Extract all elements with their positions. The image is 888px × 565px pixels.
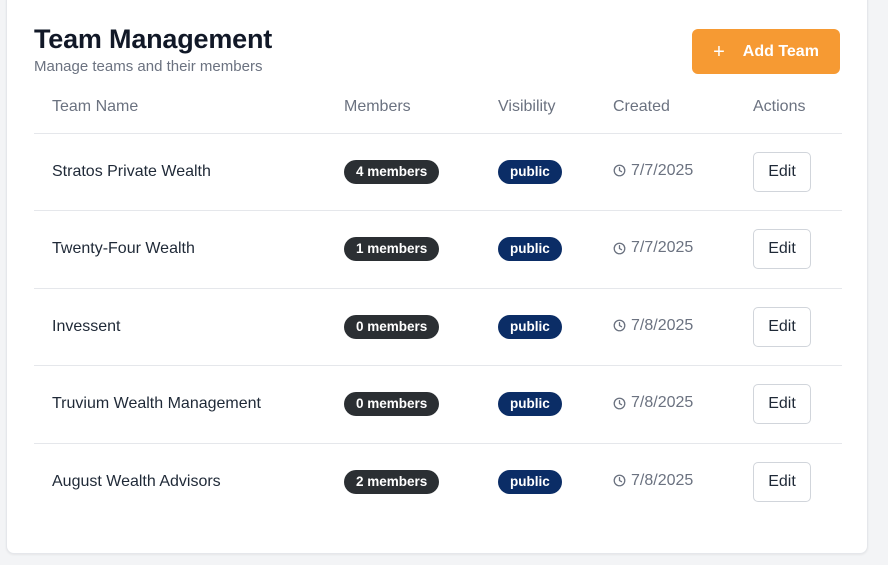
members-badge: 0 members [344,392,440,417]
team-name: Invessent [34,288,344,366]
clock-icon [613,164,626,177]
created-date: 7/8/2025 [613,472,693,490]
members-badge: 2 members [344,470,440,494]
created-date-text: 7/7/2025 [631,161,694,179]
column-header-created: Created [613,81,753,134]
clock-icon [613,242,626,254]
edit-button[interactable]: Edit [753,151,811,192]
visibility-badge: public [498,237,562,262]
add-team-button[interactable]: + Add Team [692,29,840,74]
created-date-text: 7/8/2025 [631,471,694,489]
column-header-actions: Actions [753,81,842,134]
add-team-label: Add Team [742,42,819,60]
members-badge: 0 members [344,314,440,339]
edit-button[interactable]: Edit [753,462,811,502]
clock-icon [613,474,626,487]
table-row: Truvium Wealth Management 0 members publ… [34,365,842,444]
members-badge: 1 members [344,237,440,262]
visibility-badge: public [498,159,562,184]
column-header-members: Members [344,81,498,134]
table-row: August Wealth Advisors 2 members public … [34,443,842,521]
table-row: Twenty-Four Wealth 1 members public 7/7/… [34,210,842,289]
edit-button[interactable]: Edit [753,306,811,347]
created-date: 7/8/2025 [613,317,693,335]
table-row: Stratos Private Wealth 4 members public … [34,133,842,211]
column-header-team-name: Team Name [34,81,344,134]
team-name: Twenty-Four Wealth [34,210,344,289]
created-date-text: 7/8/2025 [631,316,694,334]
created-date: 7/8/2025 [613,394,693,412]
clock-icon [613,319,626,332]
members-badge: 4 members [344,159,440,184]
created-date: 7/7/2025 [613,162,693,180]
visibility-badge: public [498,314,562,339]
visibility-badge: public [498,392,562,417]
plus-icon: + [713,40,725,63]
column-header-visibility: Visibility [498,81,613,134]
created-date-text: 7/7/2025 [631,239,694,256]
team-name: Truvium Wealth Management [34,365,344,444]
edit-button[interactable]: Edit [753,384,811,425]
edit-button[interactable]: Edit [753,229,811,270]
visibility-badge: public [498,470,562,494]
created-date: 7/7/2025 [613,239,693,257]
clock-icon [613,397,626,409]
team-management-card: Team Management Manage teams and their m… [6,0,868,554]
created-date-text: 7/8/2025 [631,394,694,411]
page-header: Team Management Manage teams and their m… [34,23,840,83]
team-name: August Wealth Advisors [52,473,221,490]
team-name: Stratos Private Wealth [34,133,344,211]
table-row: Invessent 0 members public 7/8/2025 Edit [34,288,842,366]
teams-table: Team Name Members Visibility Created Act… [34,81,842,521]
table-header-row: Team Name Members Visibility Created Act… [34,81,842,134]
